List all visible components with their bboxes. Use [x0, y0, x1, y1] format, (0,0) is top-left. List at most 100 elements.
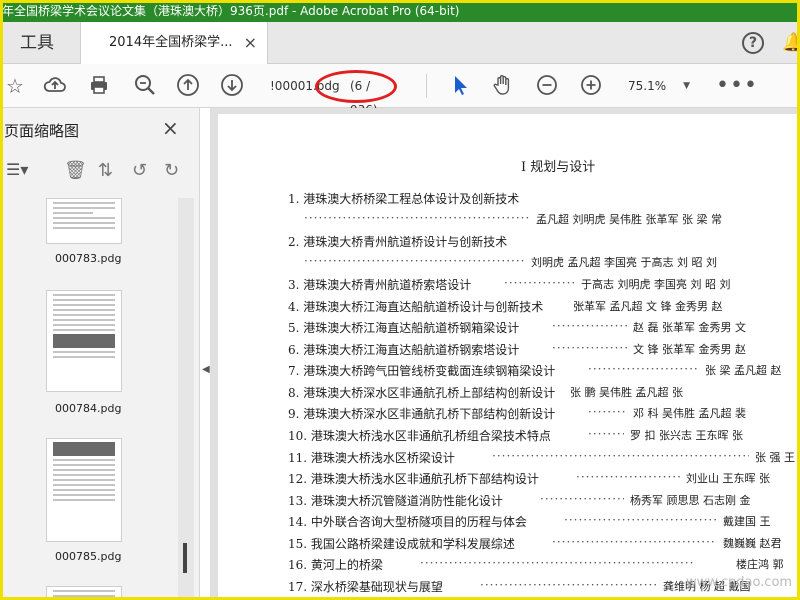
toc-leader-dots: ········································… [552, 341, 627, 355]
thumbnail-scrollbar[interactable] [178, 198, 194, 600]
toc-entry[interactable]: 8. 港珠澳大桥深水区非通航孔桥上部结构创新设计 张 鹏 吴伟胜 孟凡超 张···… [218, 384, 800, 404]
toc-entry-authors: 张 鹏 吴伟胜 孟凡超 张 [570, 386, 683, 399]
document-view: I 规划与设计 1. 港珠澳大桥桥梁工程总体设计及创新技术 孟凡超 刘明虎 吴伟胜… [210, 108, 800, 600]
rotate-right-icon[interactable]: ↻ [164, 160, 179, 181]
toc-leader-dots: ········································… [588, 405, 627, 419]
toc-entry-title: 16. 黄河上的桥梁 [288, 558, 383, 572]
close-panel-icon[interactable]: × [162, 116, 179, 140]
toc-entry-authors: 于高志 刘明虎 李国亮 刘 昭 刘 [581, 278, 731, 291]
next-page-icon[interactable] [219, 73, 245, 99]
toc-entry[interactable]: 2. 港珠澳大桥青州航道桥设计与创新技术 刘明虎 孟凡超 李国亮 于高志 刘 昭 … [218, 233, 800, 269]
toc-entry[interactable]: 6. 港珠澳大桥江海直达船航道桥钢索塔设计 文 锋 张革军 金秀男 赵 ······… [218, 341, 800, 361]
thumbnail-label: 000784.pdg [55, 402, 122, 415]
toolbar-divider [426, 74, 427, 98]
select-cursor-icon[interactable] [447, 73, 473, 99]
print-icon[interactable] [86, 73, 112, 99]
help-icon[interactable]: ? [742, 32, 764, 54]
star-icon[interactable]: ☆ [2, 73, 28, 99]
toc-entry[interactable]: 12. 港珠澳大桥浅水区非通航孔桥下部结构设计 刘业山 王东晖 张 ········… [218, 470, 800, 490]
toc-leader-dots: ········································… [552, 535, 717, 549]
trash-icon[interactable]: 🗑 [64, 160, 87, 181]
toc-entry-title: 10. 港珠澳大桥浅水区非通航孔桥组合梁技术特点 [288, 429, 551, 443]
zoom-value: 75.1% [628, 79, 667, 93]
collapse-panel-icon[interactable]: ◀ [202, 364, 210, 375]
toc-entry[interactable]: 9. 港珠澳大桥深水区非通航孔桥下部结构创新设计 邓 科 吴伟胜 孟凡超 裴 ···… [218, 405, 800, 425]
section-title: I 规划与设计 [521, 160, 596, 175]
scrollbar-thumb[interactable] [183, 543, 187, 573]
panel-toolbar: ☰▾ 🗑 ⇅ ↺ ↻ [0, 156, 200, 186]
annotation-circle [315, 70, 397, 103]
toc-entry[interactable]: 10. 港珠澳大桥浅水区非通航孔桥组合梁技术特点 罗 扣 张兴志 王东晖 张 ···… [218, 427, 800, 447]
toc-entry-authors: 罗 扣 张兴志 王东晖 张 [630, 429, 743, 442]
toc-leader-dots: ········································… [420, 556, 695, 570]
panel-title: 页面缩略图 [4, 122, 80, 140]
toc-entry-authors: 赵 磊 张革军 金秀男 文 [633, 321, 746, 334]
toc-entry[interactable]: 3. 港珠澳大桥青州航道桥索塔设计 于高志 刘明虎 李国亮 刘 昭 刘 ······… [218, 276, 800, 296]
toc-entry[interactable]: 11. 港珠澳大桥浅水区桥梁设计 张 强 王 ···················… [218, 449, 800, 469]
chevron-down-icon: ▼ [683, 81, 690, 91]
document-page: I 规划与设计 1. 港珠澳大桥桥梁工程总体设计及创新技术 孟凡超 刘明虎 吴伟胜… [218, 114, 800, 600]
more-options-icon[interactable]: ••• [716, 73, 758, 98]
zoom-in-icon[interactable] [578, 73, 604, 99]
toc-leader-dots: ········································… [504, 276, 575, 290]
toc-leader-dots: ········································… [552, 319, 627, 333]
toc-entry-authors: 张革军 孟凡超 文 锋 金秀男 赵 [573, 300, 723, 313]
toc-leader-dots: ········································… [304, 254, 525, 268]
toc-entry-title: 13. 港珠澳大桥沉管隧道消防性能化设计 [288, 494, 503, 508]
rotate-left-icon[interactable]: ↺ [132, 160, 147, 181]
toc-leader-dots: ········································… [588, 362, 699, 376]
previous-page-icon[interactable] [175, 73, 201, 99]
tab-bar: 工具 2014年全国桥梁学... × ? 🔔 [0, 22, 800, 64]
toc-entry-title: 3. 港珠澳大桥青州航道桥索塔设计 [288, 278, 472, 292]
thumbnail-page[interactable] [46, 438, 122, 542]
toc-entry[interactable]: 13. 港珠澳大桥沉管隧道消防性能化设计 杨秀军 顾思思 石志刚 金 ·······… [218, 492, 800, 512]
toc-entry-title: 4. 港珠澳大桥江海直达船航道桥设计与创新技术 [288, 300, 544, 314]
toc-leader-dots: ········································… [540, 492, 624, 506]
tab-document-label: 2014年全国桥梁学... [109, 35, 233, 50]
toc-entry-title: 5. 港珠澳大桥江海直达船航道桥钢箱梁设计 [288, 321, 520, 335]
extract-page-icon[interactable]: ⇅ [98, 160, 113, 181]
toc-entry-title: 15. 我国公路桥梁建设成就和学科发展综述 [288, 537, 515, 551]
hand-tool-icon[interactable] [490, 73, 516, 99]
toc-entry-authors: 文 锋 张革军 金秀男 赵 [633, 343, 746, 356]
toc-entry-authors: 张 梁 孟凡超 赵 [705, 364, 782, 377]
toc-entry[interactable]: 7. 港珠澳大桥跨气田管线桥变截面连续钢箱梁设计 张 梁 孟凡超 赵 ·······… [218, 362, 800, 382]
toc-entry-authors: 邓 科 吴伟胜 孟凡超 裴 [633, 407, 746, 420]
toc-entry[interactable]: 16. 黄河上的桥梁 楼庄鸿 郭 ·························… [218, 556, 800, 576]
toc-leader-dots: ········································… [588, 384, 598, 398]
toc-entry[interactable]: 14. 中外联合咨询大型桥隧项目的历程与体会 戴建国 王 ·············… [218, 513, 800, 533]
zoom-dropdown[interactable]: 75.1% ▼ [620, 74, 694, 98]
zoom-out-search-icon[interactable] [132, 73, 158, 99]
toc-leader-dots: ········································… [588, 427, 624, 441]
bell-icon[interactable]: 🔔 [782, 32, 800, 53]
toc-entry-title: 11. 港珠澳大桥浅水区桥梁设计 [288, 451, 455, 465]
toc-entry-title: 8. 港珠澳大桥深水区非通航孔桥上部结构创新设计 [288, 386, 556, 400]
toc-entry-title: 17. 深水桥梁基础现状与展望 [288, 580, 443, 594]
toc-entry[interactable]: 4. 港珠澳大桥江海直达船航道桥设计与创新技术 张革军 孟凡超 文 锋 金秀男 赵… [218, 298, 800, 318]
toc-leader-dots: ········································… [576, 470, 680, 484]
toc-entry-authors: 戴建国 王 [723, 515, 771, 528]
options-menu-icon[interactable]: ☰▾ [6, 160, 28, 179]
toc-leader-dots: ········································… [480, 578, 657, 592]
toc-entry-title: 6. 港珠澳大桥江海直达船航道桥钢索塔设计 [288, 343, 520, 357]
thumbnail-page[interactable] [46, 586, 122, 600]
toc-entry-title: 9. 港珠澳大桥深水区非通航孔桥下部结构创新设计 [288, 407, 556, 421]
toc-entry-authors: 张 强 王 [755, 451, 795, 464]
toc-entry[interactable]: 1. 港珠澳大桥桥梁工程总体设计及创新技术 孟凡超 刘明虎 吴伟胜 张革军 张 梁… [218, 190, 800, 226]
toc-leader-dots: ········································… [304, 211, 530, 225]
thumbnail-page[interactable] [46, 198, 122, 244]
thumbnail-label: 000783.pdg [55, 252, 122, 265]
toc-entry-authors: 刘业山 王东晖 张 [686, 472, 770, 485]
page-thumbnails-panel: 页面缩略图 × ☰▾ 🗑 ⇅ ↺ ↻ 000783.pdg 000784.pdg… [0, 108, 200, 600]
toc-entry-title: 2. 港珠澳大桥青州航道桥设计与创新技术 [288, 235, 508, 249]
close-tab-icon[interactable]: × [244, 22, 257, 64]
toc-entry-title: 14. 中外联合咨询大型桥隧项目的历程与体会 [288, 515, 527, 529]
cloud-upload-icon[interactable] [42, 73, 68, 99]
tab-tools[interactable]: 工具 [6, 28, 78, 58]
thumbnail-page[interactable] [46, 290, 122, 392]
thumbnail-label: 000785.pdg [55, 550, 122, 563]
toc-entry[interactable]: 15. 我国公路桥梁建设成就和学科发展综述 魏巍巍 赵君 ·············… [218, 535, 800, 555]
tab-document[interactable]: 2014年全国桥梁学... × [80, 22, 268, 64]
zoom-out-icon[interactable] [534, 73, 560, 99]
toc-entry[interactable]: 5. 港珠澳大桥江海直达船航道桥钢箱梁设计 赵 磊 张革军 金秀男 文 ······… [218, 319, 800, 339]
